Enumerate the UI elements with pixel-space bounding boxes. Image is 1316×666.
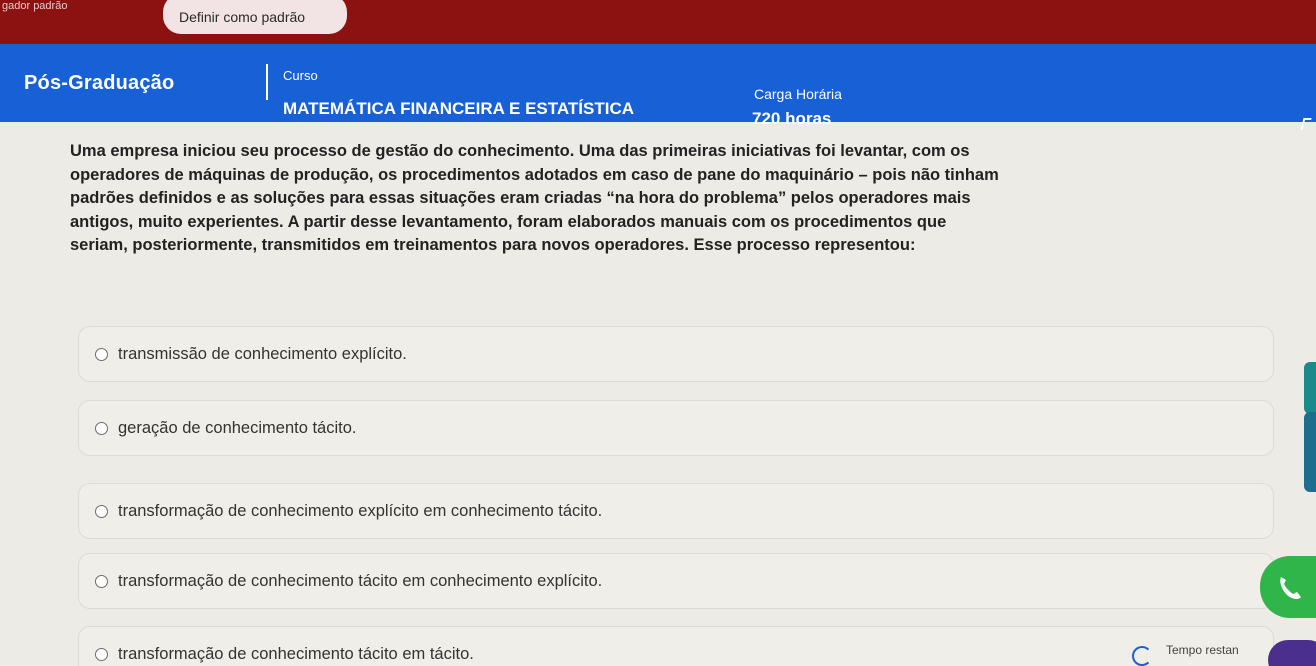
option-label: transmissão de conhecimento explícito.: [118, 344, 407, 363]
set-default-button[interactable]: Definir como padrão: [163, 0, 347, 34]
edge-arrow-icon[interactable]: [1300, 118, 1312, 130]
side-arrow-tab[interactable]: [1304, 412, 1316, 492]
radio-button[interactable]: [95, 574, 108, 588]
question-line: Uma empresa iniciou seu processo de gest…: [70, 142, 970, 160]
option-label: transformação de conhecimento tácito em …: [118, 571, 603, 590]
option-label: transformação de conhecimento explícito …: [118, 501, 603, 520]
answer-option-c[interactable]: transformação de conhecimento explícito …: [78, 483, 1274, 539]
default-text: gador padrão: [2, 0, 68, 12]
header-divider: [266, 64, 268, 100]
time-remaining-label: Tempo restan: [1166, 643, 1239, 657]
answer-option-d[interactable]: transformação de conhecimento tácito em …: [78, 553, 1274, 609]
browser-top-bar: gador padrão Definir como padrão: [0, 0, 1316, 44]
answer-option-a[interactable]: transmissão de conhecimento explícito.: [78, 326, 1274, 382]
workload-value: 720 horas: [752, 109, 832, 128]
course-header: Pós-Graduação Curso MATEMÁTICA FINANCEIR…: [0, 44, 1316, 130]
workload-label: Carga Horária: [754, 86, 842, 102]
question-line: operadores de máquinas de produção, os p…: [70, 165, 999, 184]
answer-option-b[interactable]: geração de conhecimento tácito.: [78, 400, 1274, 456]
timer-icon: [1132, 646, 1152, 666]
chat-button[interactable]: [1260, 556, 1316, 618]
option-label: geração de conhecimento tácito.: [118, 418, 357, 437]
timer-badge[interactable]: [1268, 640, 1316, 666]
course-name: MATEMÁTICA FINANCEIRA E ESTATÍSTICA: [283, 99, 634, 118]
radio-button[interactable]: [95, 421, 108, 435]
question-line: padrões definidos e as soluções para ess…: [70, 189, 971, 207]
answer-option-e[interactable]: transformação de conhecimento tácito em …: [78, 626, 1274, 666]
question-line: antigos, muito experientes. A partir des…: [70, 212, 947, 231]
radio-button[interactable]: [95, 347, 108, 361]
side-widget-tab[interactable]: [1304, 362, 1316, 414]
radio-button[interactable]: [95, 504, 108, 518]
course-label: Curso: [283, 68, 318, 83]
option-label: transformação de conhecimento tácito em …: [118, 644, 474, 663]
question-text: Uma empresa iniciou seu processo de gest…: [70, 140, 1290, 258]
program-title: Pós-Graduação: [24, 72, 175, 94]
question-line: seriam, posteriormente, transmitidos em …: [70, 236, 916, 254]
radio-button[interactable]: [95, 647, 108, 661]
whatsapp-icon: [1280, 577, 1301, 600]
